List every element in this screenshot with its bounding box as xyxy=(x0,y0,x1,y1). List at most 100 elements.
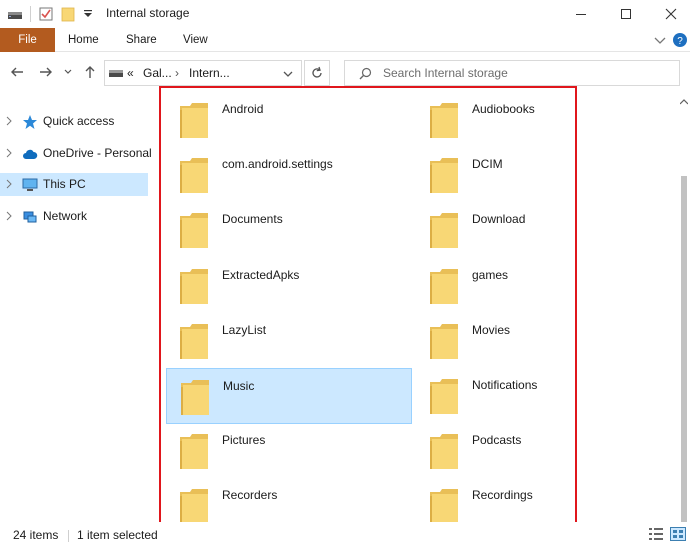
ribbon: File Home Share View ? xyxy=(0,28,690,52)
status-separator xyxy=(68,530,69,542)
back-button[interactable] xyxy=(9,64,25,80)
sidebar-item-network[interactable]: Network xyxy=(0,205,148,228)
folder-icon xyxy=(430,379,458,414)
folder-item[interactable]: Music xyxy=(166,368,412,424)
folder-name: Notifications xyxy=(472,378,538,392)
breadcrumb-item[interactable]: Gal... xyxy=(143,66,172,80)
arrow-left-icon xyxy=(11,67,23,77)
folder-name: DCIM xyxy=(472,157,503,172)
chevron-down-icon[interactable] xyxy=(283,69,293,79)
folder-name: Documents xyxy=(222,212,283,227)
folder-item[interactable]: DCIM xyxy=(416,147,662,203)
properties-icon[interactable] xyxy=(38,6,54,22)
folder-name: Audiobooks xyxy=(472,102,535,116)
star-icon xyxy=(23,115,37,129)
folder-icon xyxy=(430,103,458,138)
sidebar-item-label: OneDrive - Personal xyxy=(43,146,152,160)
overflow-chevron-icon[interactable]: « xyxy=(127,66,134,80)
help-icon[interactable]: ? xyxy=(672,32,688,48)
chevron-right-icon[interactable] xyxy=(5,148,13,158)
maximize-button[interactable] xyxy=(603,0,649,28)
folder-icon xyxy=(430,158,458,194)
sidebar-item-label: Network xyxy=(43,209,88,223)
selection-status: 1 item selected xyxy=(77,528,158,542)
folder-icon xyxy=(180,489,208,525)
scroll-up-icon[interactable] xyxy=(680,98,688,106)
folder-item[interactable]: Documents xyxy=(166,202,412,258)
navigation-pane: Quick access OneDrive - Personal This PC… xyxy=(0,92,152,522)
close-button[interactable] xyxy=(648,0,690,28)
sidebar-item-label: This PC xyxy=(43,177,86,191)
item-count: 24 items xyxy=(13,528,59,542)
sidebar-item-this-pc[interactable]: This PC xyxy=(0,173,148,196)
minimize-button[interactable] xyxy=(558,0,604,28)
folder-item[interactable]: Pictures xyxy=(166,423,412,479)
chevron-right-icon[interactable] xyxy=(5,179,13,189)
arrow-right-icon xyxy=(40,67,52,77)
search-icon xyxy=(359,67,372,80)
address-bar[interactable]: « Gal... › Intern... xyxy=(104,60,302,86)
folder-name: Recordings xyxy=(472,488,533,503)
folder-item[interactable]: com.android.settings xyxy=(166,147,412,203)
vertical-scrollbar[interactable] xyxy=(678,92,690,526)
tab-view[interactable]: View xyxy=(183,28,208,52)
folder-icon xyxy=(430,434,458,470)
chevron-down-icon xyxy=(64,69,72,74)
close-icon xyxy=(665,8,677,20)
search-input[interactable]: Search Internal storage xyxy=(344,60,680,86)
status-bar: 24 items 1 item selected xyxy=(0,522,690,547)
chevron-right-icon[interactable] xyxy=(5,211,13,221)
breadcrumb-separator-icon[interactable]: › xyxy=(175,66,179,80)
tab-file[interactable]: File xyxy=(0,28,55,52)
refresh-button[interactable] xyxy=(304,60,330,86)
drive-icon[interactable] xyxy=(7,6,23,22)
folder-item[interactable]: Android xyxy=(166,92,412,148)
recent-locations-button[interactable] xyxy=(62,64,74,80)
up-button[interactable] xyxy=(82,64,98,80)
folder-name: Podcasts xyxy=(472,433,522,448)
folder-icon xyxy=(180,103,208,138)
chevron-right-icon[interactable] xyxy=(5,116,13,126)
details-view-icon[interactable] xyxy=(648,527,664,541)
address-toolbar: « Gal... › Intern... Search Internal sto… xyxy=(0,52,690,92)
title-separator xyxy=(30,6,31,22)
folder-item[interactable]: games xyxy=(416,258,662,314)
folder-item[interactable]: Movies xyxy=(416,313,662,369)
window-title: Internal storage xyxy=(106,6,190,20)
folder-item[interactable]: LazyList xyxy=(166,313,412,369)
file-list: Android com.android.settings Documents Extr… xyxy=(160,92,676,525)
folder-item[interactable]: Notifications xyxy=(416,368,662,424)
breadcrumb-item[interactable]: Intern... xyxy=(189,66,230,80)
sidebar-item-quick-access[interactable]: Quick access xyxy=(0,110,148,133)
large-icons-view-icon[interactable] xyxy=(670,527,686,541)
scrollbar-thumb[interactable] xyxy=(681,176,687,526)
folder-name: games xyxy=(472,267,509,282)
new-folder-icon[interactable] xyxy=(60,6,76,22)
sidebar-item-onedrive[interactable]: OneDrive - Personal xyxy=(0,142,152,165)
folder-name: ExtractedApks xyxy=(222,267,300,282)
tab-share[interactable]: Share xyxy=(126,28,157,52)
arrow-up-icon xyxy=(85,66,95,78)
folder-name: Movies xyxy=(472,322,511,337)
svg-text:?: ? xyxy=(677,36,683,47)
computer-icon xyxy=(22,178,38,191)
folder-icon xyxy=(181,380,209,415)
tab-home[interactable]: Home xyxy=(68,28,99,52)
folder-item[interactable]: Audiobooks xyxy=(416,92,662,148)
title-bar: Internal storage xyxy=(0,0,690,28)
search-placeholder: Search Internal storage xyxy=(383,66,508,80)
folder-item[interactable]: ExtractedApks xyxy=(166,258,412,314)
maximize-icon xyxy=(621,9,631,19)
folder-icon xyxy=(180,213,208,249)
expand-ribbon-icon[interactable] xyxy=(652,32,668,48)
folder-icon xyxy=(430,323,458,359)
sidebar-item-label: Quick access xyxy=(43,114,115,128)
folder-icon xyxy=(180,158,208,194)
folder-name: Music xyxy=(223,379,255,393)
customize-toolbar-icon[interactable] xyxy=(80,6,96,22)
folder-item[interactable]: Podcasts xyxy=(416,423,662,479)
folder-icon xyxy=(430,489,458,525)
forward-button[interactable] xyxy=(38,64,54,80)
folder-name: Pictures xyxy=(222,433,266,448)
folder-item[interactable]: Download xyxy=(416,202,662,258)
